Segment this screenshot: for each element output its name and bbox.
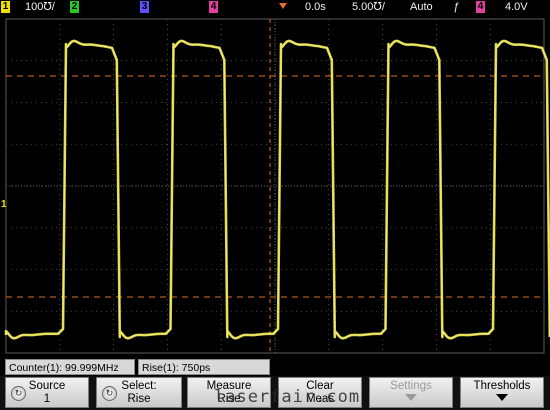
entry-knob-icon: ↻ <box>102 386 117 401</box>
watermark-text: laserfair.com <box>214 387 361 407</box>
entry-knob-icon: ↻ <box>11 386 26 401</box>
trigger-slope-icon: ƒ <box>453 1 460 13</box>
channel-2-indicator[interactable]: 2 <box>70 1 79 13</box>
trigger-level: 4.0V <box>505 1 528 13</box>
counter-readout: Counter(1): 99.999MHz <box>5 359 135 375</box>
trigger-source[interactable]: 4 <box>476 1 485 13</box>
ground-marker: 1 <box>1 199 7 210</box>
source-button[interactable]: ↻ Source 1 <box>5 377 89 408</box>
settings-button[interactable]: Settings <box>369 377 453 408</box>
select-button[interactable]: ↻ Select: Rise <box>96 377 182 408</box>
waveform-trace <box>4 39 550 340</box>
time-delay: 0.0s <box>305 1 326 13</box>
rise-time-readout: Rise(1): 750ps <box>138 359 270 375</box>
channel-3-indicator[interactable]: 3 <box>140 1 149 13</box>
trigger-position-icon <box>279 3 287 9</box>
submenu-arrow-icon <box>405 394 417 401</box>
time-scale: 5.00℧/ <box>352 1 385 13</box>
waveform-display: 1 <box>0 15 550 357</box>
channel-1-scale: 100℧/ <box>25 1 55 13</box>
thresholds-button[interactable]: Thresholds <box>460 377 544 408</box>
trigger-mode: Auto <box>410 1 433 13</box>
scope-graticule <box>4 18 550 354</box>
channel-4-indicator[interactable]: 4 <box>209 1 218 13</box>
status-bar: 1 100℧/ 2 3 4 0.0s 5.00℧/ Auto ƒ 4 4.0V <box>0 0 550 15</box>
channel-1-indicator[interactable]: 1 <box>1 1 10 13</box>
submenu-arrow-icon <box>496 394 508 401</box>
